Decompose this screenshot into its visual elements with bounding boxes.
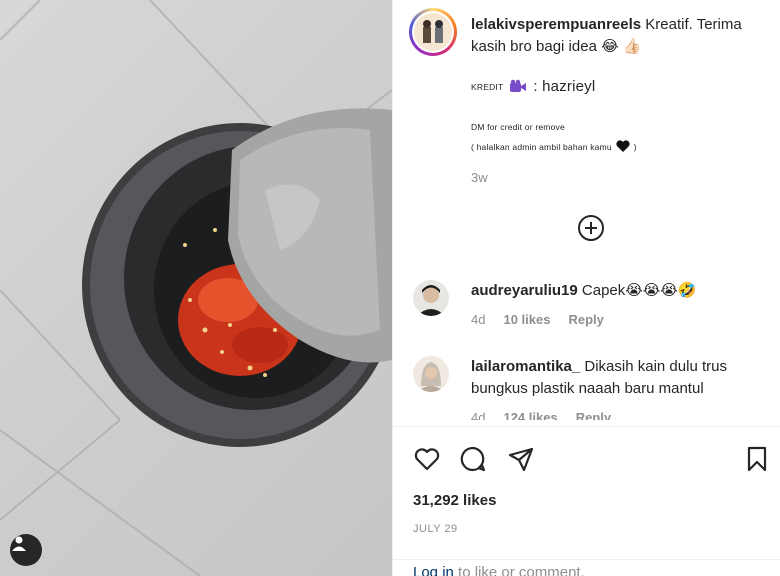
user-tag-icon[interactable]: [10, 534, 42, 566]
mortar-pestle-photo: [0, 0, 392, 576]
video-camera-icon: [509, 79, 527, 95]
commenter-avatar[interactable]: [413, 356, 449, 392]
login-prompt: Log in to like or comment.: [393, 559, 780, 576]
comment-text: Capek😭😭😭🤣: [581, 282, 697, 299]
comment-username[interactable]: audreyaruliu19: [471, 282, 578, 299]
commenter-avatar[interactable]: [413, 280, 449, 316]
heart-icon[interactable]: [413, 445, 441, 473]
comment-icon[interactable]: [459, 445, 487, 473]
comment-likes[interactable]: 124 likes: [503, 407, 557, 420]
reply-button[interactable]: Reply: [576, 407, 611, 420]
comment-username[interactable]: lailaromantika_: [471, 358, 580, 375]
post-actions: 31,292 likes JULY 29 Log in to like or c…: [393, 426, 780, 576]
share-icon[interactable]: [507, 445, 535, 473]
comment-time[interactable]: 4d: [471, 309, 485, 331]
post-date: JULY 29: [413, 523, 458, 535]
paren-note: ( halalkan admin ambil bahan kamu ): [471, 140, 637, 154]
plus-circle-icon[interactable]: [577, 214, 605, 242]
dm-note: DM for credit or remove: [471, 122, 565, 132]
author-username[interactable]: lelakivsperempuanreels: [471, 16, 641, 33]
login-rest: to like or comment.: [453, 564, 585, 576]
comment-time[interactable]: 4d: [471, 407, 485, 420]
post-media[interactable]: [0, 0, 392, 576]
kredit-label: KREDIT: [471, 81, 504, 92]
kredit-line: KREDIT : hazrieyl: [471, 78, 595, 95]
bookmark-icon[interactable]: [743, 445, 771, 473]
black-heart-icon: [616, 140, 630, 154]
caption-time[interactable]: 3w: [471, 170, 488, 185]
post-side-panel: lelakivsperempuanreels Kreatif. Terima k…: [392, 0, 780, 576]
comment-item: lailaromantika_ Dikasih kain dulu trus b…: [413, 356, 763, 420]
author-avatar[interactable]: [409, 8, 457, 56]
likes-count[interactable]: 31,292 likes: [413, 492, 496, 509]
reply-button[interactable]: Reply: [568, 309, 603, 331]
login-link[interactable]: Log in: [413, 564, 454, 576]
comment-likes[interactable]: 10 likes: [503, 309, 550, 331]
kredit-name: : hazrieyl: [533, 78, 596, 95]
